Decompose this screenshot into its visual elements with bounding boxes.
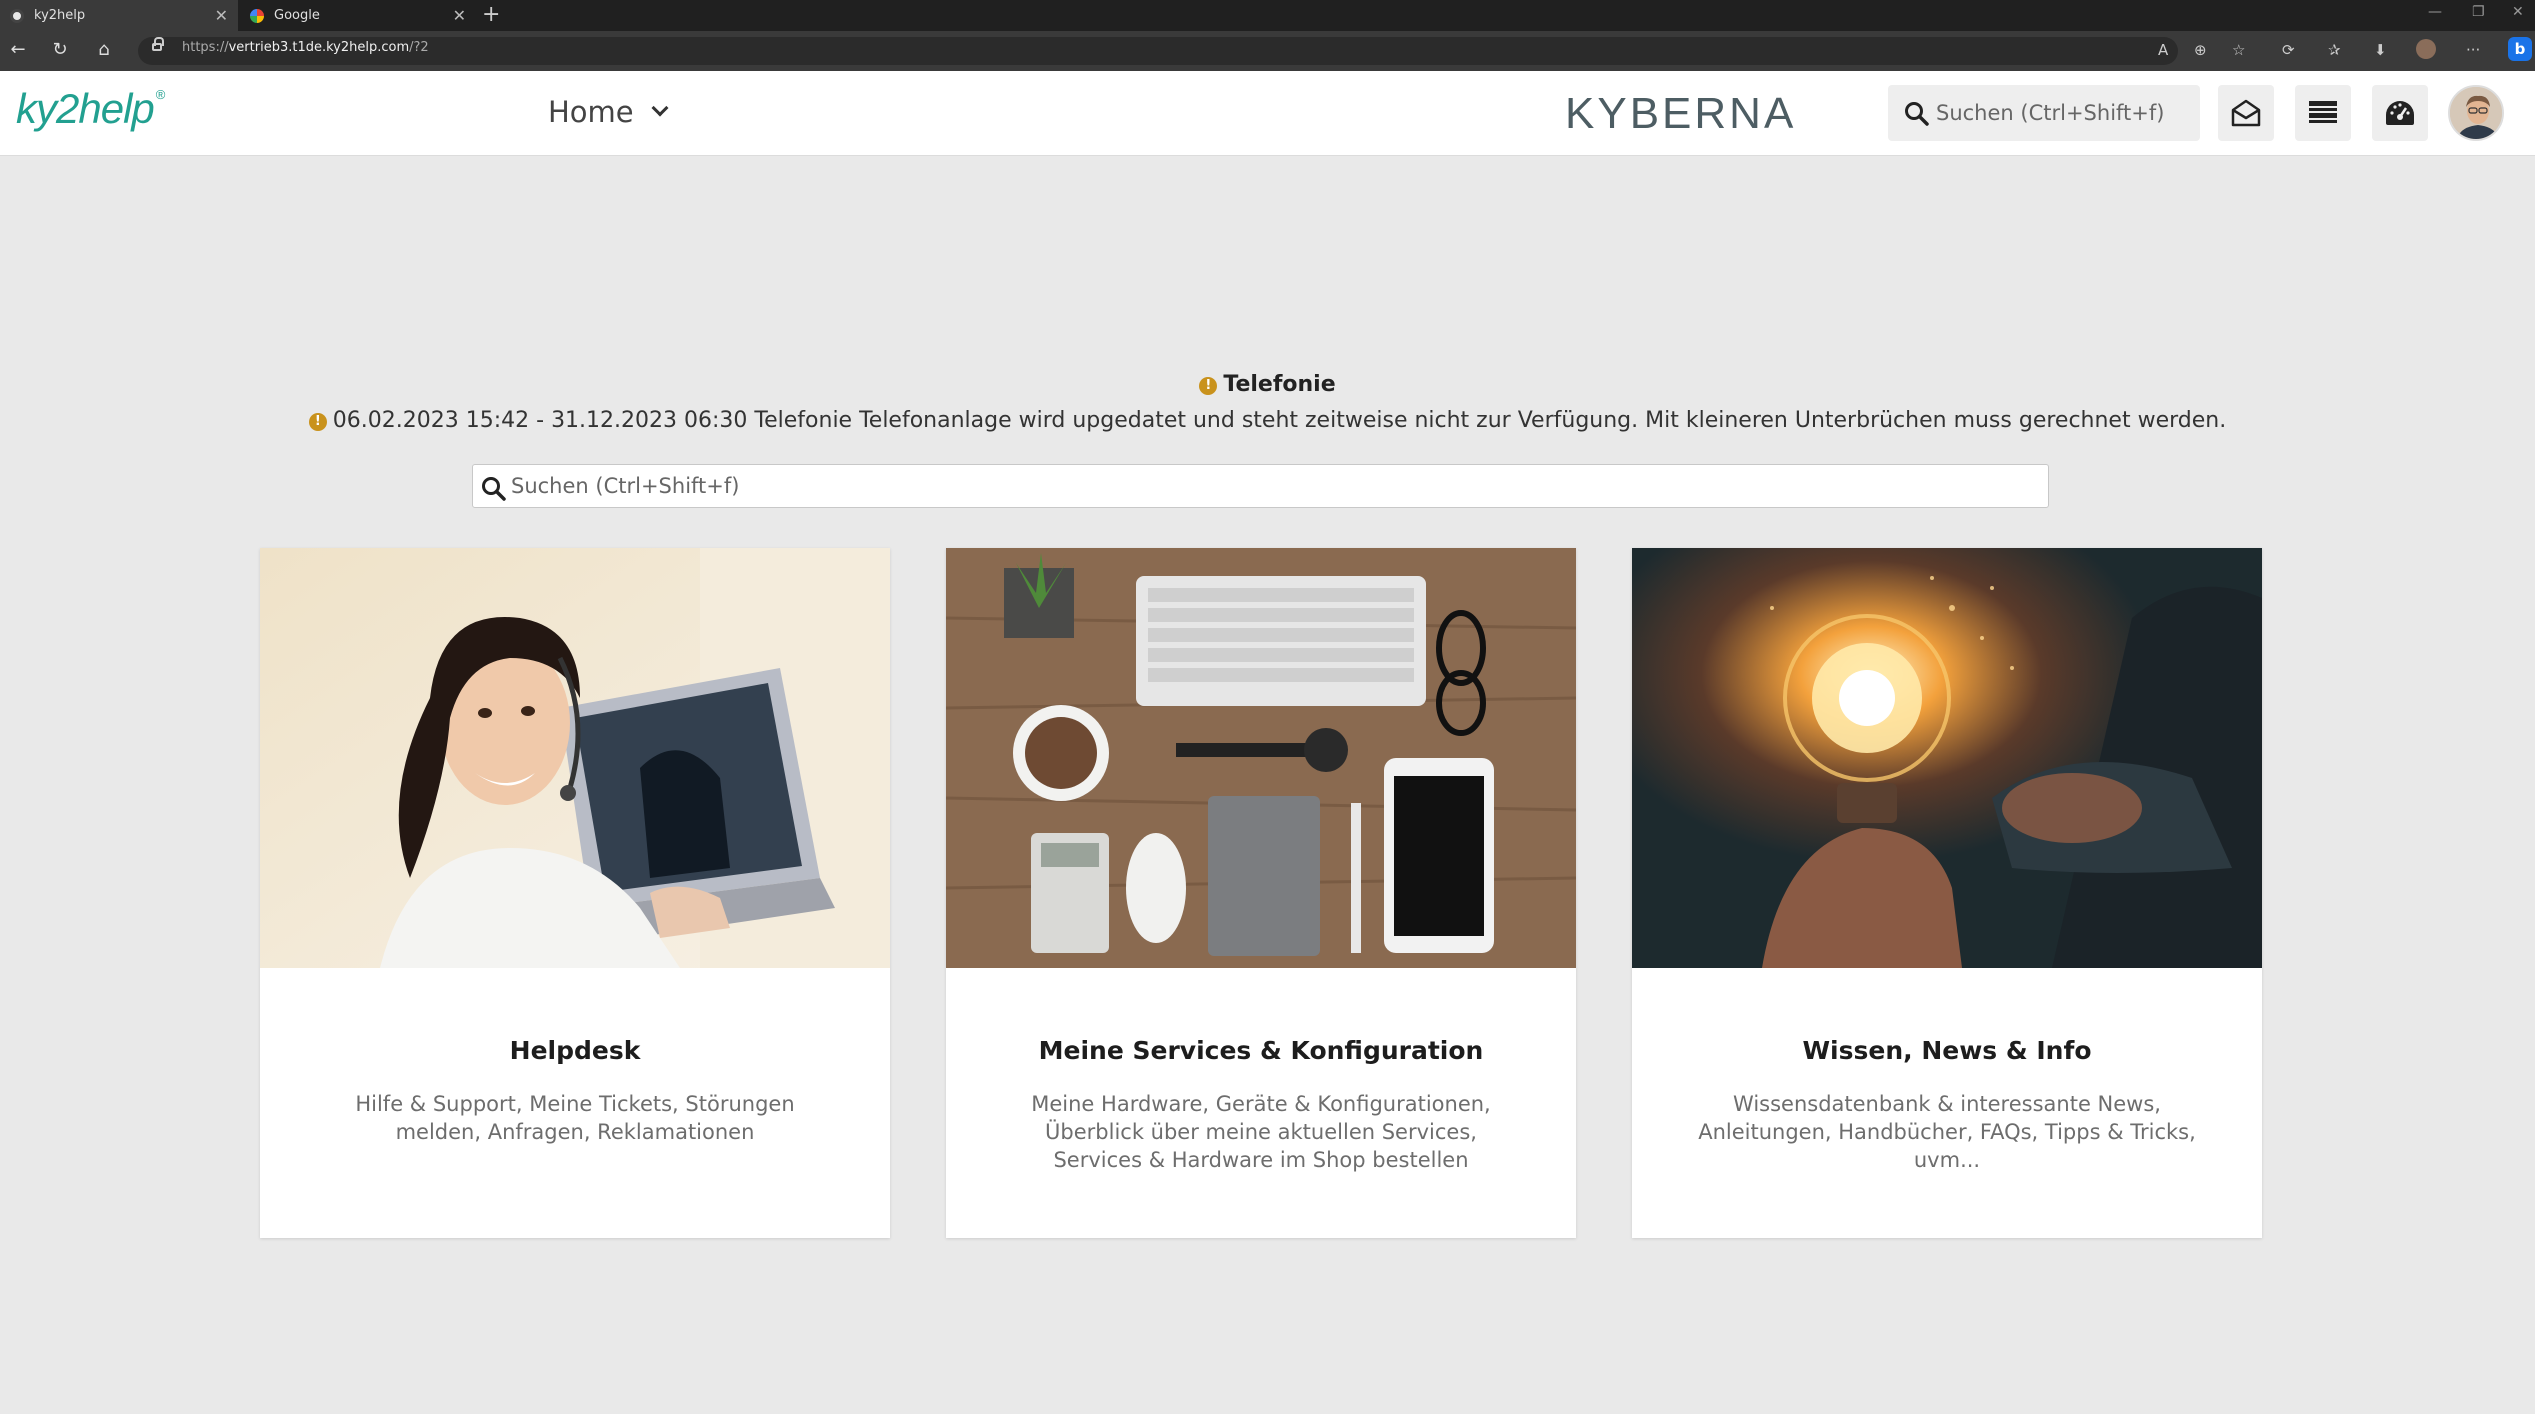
card-description: Hilfe & Support, Meine Tickets, Störunge… xyxy=(355,1092,795,1144)
notice-message-text: 06.02.2023 15:42 - 31.12.2023 06:30 Tele… xyxy=(332,408,2227,433)
app-header: ky2help ® Home KYBERNA xyxy=(0,71,2535,156)
more-icon[interactable]: ··· xyxy=(2466,41,2480,59)
card-title: Meine Services & Konfiguration xyxy=(1038,1036,1484,1065)
envelope-open-icon xyxy=(2231,99,2261,127)
header-search[interactable] xyxy=(1888,85,2200,141)
favorites-icon[interactable]: ✰ xyxy=(2328,41,2341,59)
download-icon[interactable]: ⬇ xyxy=(2374,41,2387,59)
card-knowledge-news[interactable]: Wissen, News & Info Wissensdatenbank & i… xyxy=(1632,548,2262,1238)
user-photo-icon xyxy=(2450,87,2502,139)
new-tab-icon[interactable]: + xyxy=(482,2,500,27)
browser-tab-ky2help[interactable]: ky2help ✕ xyxy=(0,0,238,31)
tab-title: ky2help xyxy=(34,8,86,23)
chevron-down-icon xyxy=(651,99,669,117)
kyberna-brand-logo: KYBERNA xyxy=(1565,89,1797,138)
favorite-add-icon[interactable]: ☆ xyxy=(2232,41,2245,59)
zoom-icon[interactable]: ⊕ xyxy=(2194,41,2207,59)
google-favicon-icon xyxy=(250,8,264,23)
main-search[interactable] xyxy=(472,464,2049,508)
notice-title-text: Telefonie xyxy=(1223,372,1336,397)
notice-message: ! 06.02.2023 15:42 - 31.12.2023 06:30 Tel… xyxy=(0,408,2535,433)
reload-icon[interactable]: ↻ xyxy=(48,39,72,60)
queue-list-button[interactable] xyxy=(2295,85,2351,141)
close-tab-icon[interactable]: ✕ xyxy=(215,6,228,25)
page-scrollbar[interactable] xyxy=(2523,156,2535,1414)
minimize-icon[interactable]: — xyxy=(2428,4,2442,20)
logo-text: ky2help xyxy=(16,85,155,132)
registered-mark: ® xyxy=(155,87,166,102)
messages-button[interactable] xyxy=(2218,85,2274,141)
browser-tab-google[interactable]: Google ✕ xyxy=(240,0,476,31)
back-arrow-icon[interactable]: ← xyxy=(6,39,30,60)
bing-icon[interactable]: b xyxy=(2508,37,2532,61)
warning-icon: ! xyxy=(308,413,327,431)
card-description: Wissensdatenbank & interessante News, An… xyxy=(1698,1092,2196,1172)
url-path: /?2 xyxy=(409,40,429,55)
warning-icon: ! xyxy=(1199,377,1218,395)
card-description: Meine Hardware, Geräte & Konfigurationen… xyxy=(1031,1092,1491,1172)
lock-icon xyxy=(152,37,164,51)
browser-tab-strip: ky2help ✕ Google ✕ + — ❐ ✕ xyxy=(0,0,2535,31)
ky2help-favicon-icon xyxy=(10,8,24,23)
ky2help-logo[interactable]: ky2help ® xyxy=(16,85,166,133)
home-nav-label: Home xyxy=(548,95,634,129)
url-text[interactable]: https://vertrieb3.t1de.ky2help.com/?2 xyxy=(182,40,429,55)
card-helpdesk[interactable]: Helpdesk Hilfe & Support, Meine Tickets,… xyxy=(260,548,890,1238)
tab-title: Google xyxy=(274,8,320,23)
address-bar[interactable] xyxy=(138,37,2178,65)
helpdesk-image xyxy=(260,548,890,968)
desk-items-image xyxy=(946,548,1576,968)
main-search-input[interactable] xyxy=(511,469,2031,503)
card-title: Wissen, News & Info xyxy=(1802,1036,2092,1065)
list-icon xyxy=(2309,101,2337,123)
url-host: vertrieb3.t1de.ky2help.com xyxy=(228,40,410,55)
read-aloud-icon[interactable]: A xyxy=(2158,41,2168,59)
close-window-icon[interactable]: ✕ xyxy=(2512,4,2524,20)
url-scheme: https:// xyxy=(182,40,229,55)
dashboard-button[interactable] xyxy=(2372,85,2428,141)
lightbulb-image xyxy=(1632,548,2262,968)
profile-icon[interactable] xyxy=(2416,39,2436,59)
search-icon xyxy=(482,477,506,501)
restore-icon[interactable]: ❐ xyxy=(2472,4,2485,20)
header-search-input[interactable] xyxy=(1936,93,2186,133)
dashboard-gauge-icon xyxy=(2386,101,2414,125)
close-tab-icon[interactable]: ✕ xyxy=(453,6,466,25)
card-title: Helpdesk xyxy=(509,1036,641,1065)
refresh-extension-icon[interactable]: ⟳ xyxy=(2282,41,2295,59)
browser-toolbar: ← ↻ ⌂ https://vertrieb3.t1de.ky2help.com… xyxy=(0,31,2535,71)
card-services-configuration[interactable]: Meine Services & Konfiguration Meine Har… xyxy=(946,548,1576,1238)
notice-title: ! Telefonie xyxy=(0,372,2535,397)
search-icon xyxy=(1905,102,1929,126)
home-nav-dropdown[interactable]: Home xyxy=(548,95,669,129)
home-icon[interactable]: ⌂ xyxy=(92,39,116,60)
user-avatar[interactable] xyxy=(2448,85,2504,141)
